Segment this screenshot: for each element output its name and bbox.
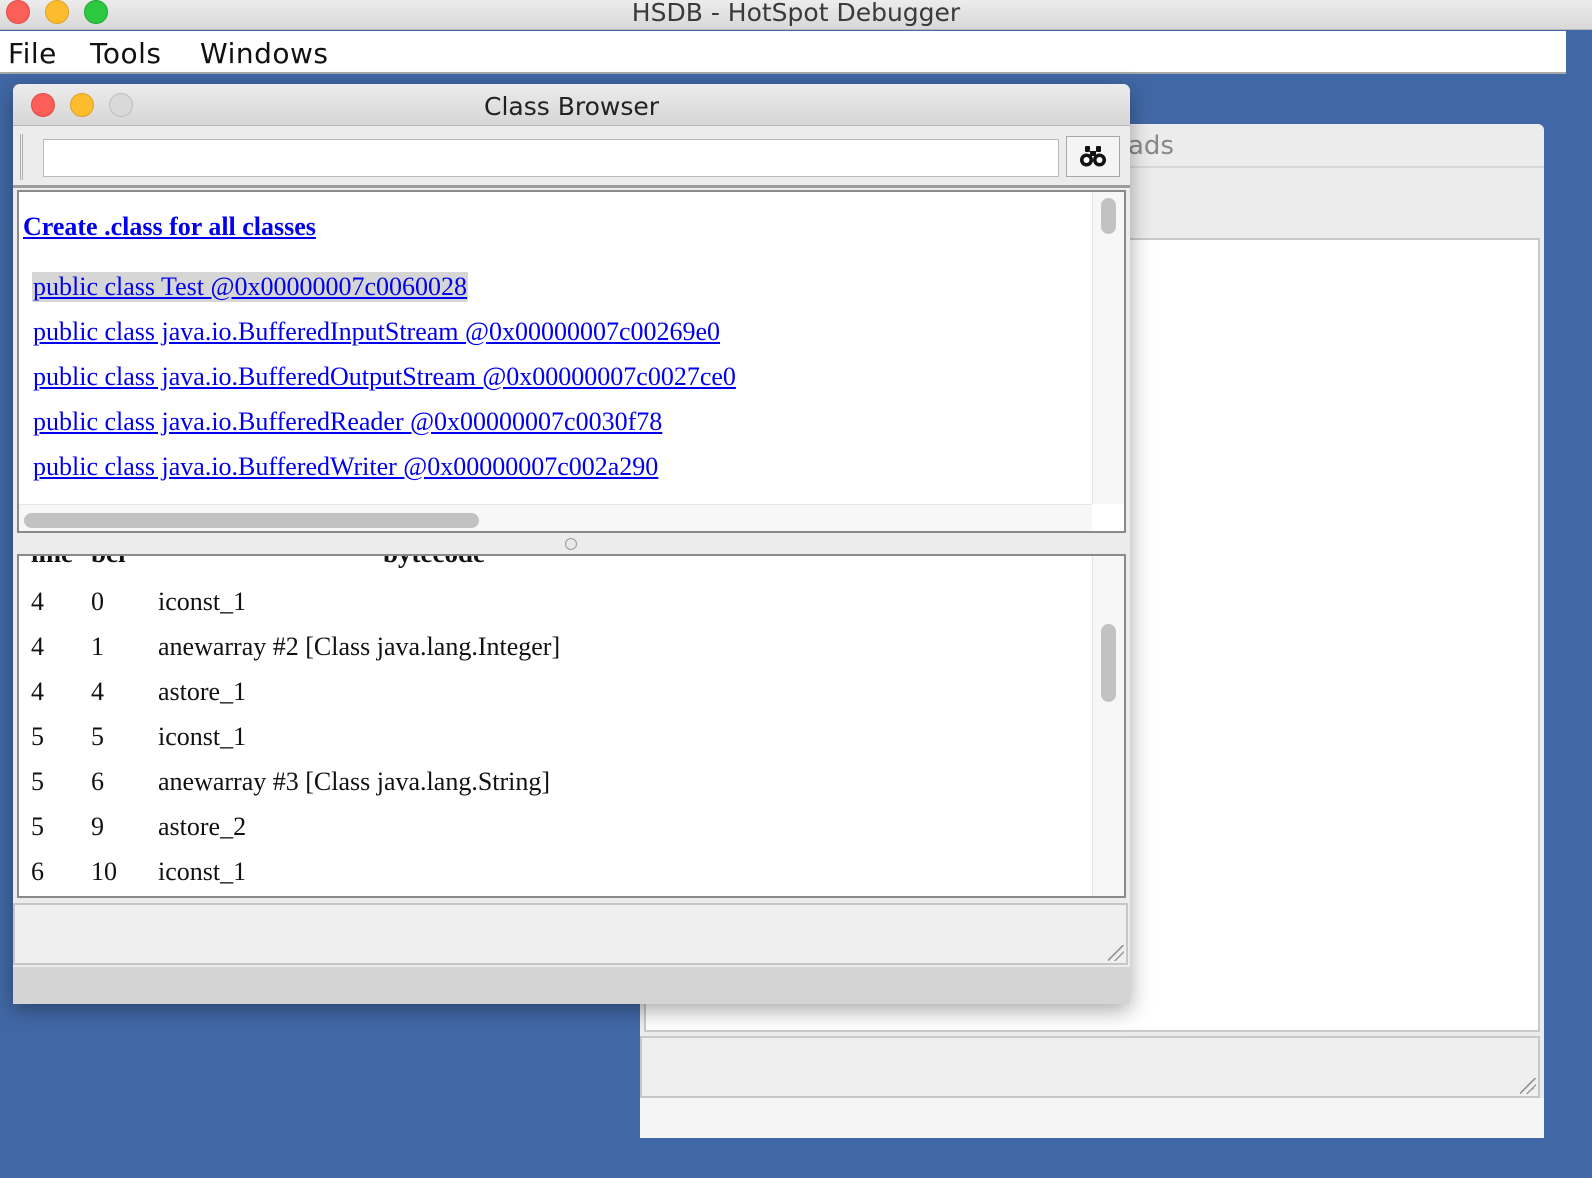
- menu-tools[interactable]: Tools: [90, 37, 161, 70]
- bytecode-instruction-cell: astore_1: [158, 677, 247, 706]
- column-header-bci: bci: [91, 556, 126, 569]
- create-class-files-link[interactable]: Create .class for all classes: [23, 212, 316, 242]
- menu-file[interactable]: File: [8, 37, 57, 70]
- class-browser-bottom-bar: [13, 967, 1130, 1004]
- toolbar-divider: [13, 185, 1130, 188]
- bytecode-line-cell: 5: [31, 722, 44, 751]
- bytecode-bci-cell: 0: [91, 587, 104, 616]
- class-link[interactable]: public class java.io.BufferedOutputStrea…: [32, 362, 737, 392]
- class-link[interactable]: public class java.io.BufferedInputStream…: [32, 317, 721, 347]
- binoculars-icon: [1080, 145, 1106, 166]
- bytecode-pane[interactable]: line bci bytecode 4 0 iconst_1 4 1 anewa…: [17, 554, 1126, 898]
- class-list-pane[interactable]: Create .class for all classes public cla…: [17, 190, 1126, 533]
- bytecode-instruction-cell: iconst_1: [158, 587, 247, 616]
- class-list-vertical-scrollbar[interactable]: [1092, 192, 1124, 504]
- column-header-line: line: [31, 556, 73, 569]
- bytecode-instruction-cell: iconst_1: [158, 722, 247, 751]
- desktop-strip: [1566, 31, 1592, 1178]
- bytecode-bci-cell: 10: [91, 857, 117, 886]
- split-pane-divider[interactable]: [565, 538, 577, 550]
- class-browser-title: Class Browser: [483, 92, 660, 121]
- class-link[interactable]: public class java.io.BufferedReader @0x0…: [32, 407, 663, 437]
- class-link[interactable]: public class Test @0x00000007c0060028: [32, 272, 468, 302]
- bytecode-bci-cell: 4: [91, 677, 104, 706]
- bytecode-vertical-scrollbar[interactable]: [1092, 556, 1124, 896]
- resize-grip-icon[interactable]: [1108, 945, 1124, 961]
- class-search-input[interactable]: [43, 139, 1059, 177]
- bytecode-instruction-cell: astore_2: [158, 812, 247, 841]
- bytecode-bci-cell: 1: [91, 632, 104, 661]
- bytecode-line-cell: 6: [31, 857, 44, 886]
- bytecode-vertical-scroll-thumb[interactable]: [1101, 624, 1116, 702]
- class-list-vertical-scroll-thumb[interactable]: [1101, 198, 1116, 234]
- class-browser-titlebar[interactable]: Class Browser: [13, 84, 1130, 126]
- app-title: HSDB - HotSpot Debugger: [631, 0, 961, 27]
- bytecode-line-cell: 5: [31, 812, 44, 841]
- menu-windows[interactable]: Windows: [200, 37, 329, 70]
- class-list-horizontal-scroll-thumb[interactable]: [24, 513, 479, 528]
- bytecode-line-cell: 4: [31, 677, 44, 706]
- resize-grip-icon[interactable]: [1520, 1078, 1536, 1094]
- column-header-bytecode: bytecode: [383, 556, 485, 569]
- bytecode-line-cell: 4: [31, 632, 44, 661]
- class-link[interactable]: public class java.io.BufferedWriter @0x0…: [32, 452, 659, 482]
- bytecode-line-cell: 4: [31, 587, 44, 616]
- bytecode-instruction-cell: iconst_1: [158, 857, 247, 886]
- bytecode-line-cell: 5: [31, 767, 44, 796]
- class-browser-status-area: [13, 903, 1128, 965]
- bytecode-instruction-cell: anewarray #2 [Class java.lang.Integer]: [158, 632, 561, 661]
- bytecode-instruction-cell: anewarray #3 [Class java.lang.String]: [158, 767, 551, 796]
- class-list-horizontal-scrollbar[interactable]: [19, 504, 1092, 531]
- menu-bar: File Tools Windows: [0, 31, 1566, 74]
- bytecode-bci-cell: 9: [91, 812, 104, 841]
- threads-status-area: [640, 1036, 1540, 1098]
- bytecode-bci-cell: 5: [91, 722, 104, 751]
- class-browser-window: Class Browser Create .class for all clas…: [13, 84, 1130, 1004]
- bytecode-bci-cell: 6: [91, 767, 104, 796]
- threads-window-title[interactable]: ads: [1128, 131, 1174, 161]
- toolbar-grip-handle[interactable]: [20, 134, 30, 180]
- app-titlebar: HSDB - HotSpot Debugger: [0, 0, 1592, 30]
- find-button[interactable]: [1066, 136, 1120, 177]
- threads-bottom-bar: [640, 1098, 1544, 1138]
